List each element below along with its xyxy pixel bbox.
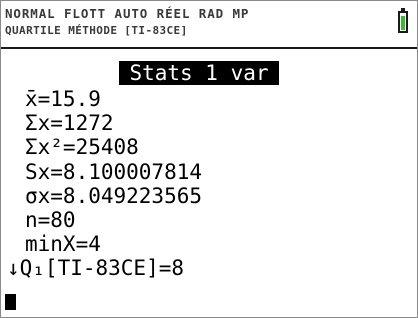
battery-level-fill <box>401 16 405 30</box>
mode-status-line: NORMAL FLOTT AUTO RÉEL RAD MP <box>5 6 250 21</box>
quartile-method-line: QUARTILE MÉTHODE [TI-83CE] <box>5 24 188 37</box>
result-sample-std-dev: Sx=8.100007814 <box>25 159 203 184</box>
status-bar: NORMAL FLOTT AUTO RÉEL RAD MP QUARTILE M… <box>1 1 417 49</box>
stats-title: Stats 1 var <box>119 61 279 85</box>
result-population-std-dev: σx=8.049223565 <box>25 183 203 208</box>
calculator-screen: NORMAL FLOTT AUTO RÉEL RAD MP QUARTILE M… <box>0 0 418 318</box>
result-mean: x̄=15.9 <box>25 87 101 111</box>
result-q1: ↓Q₁[TI-83CE]=8 <box>7 256 185 281</box>
battery-icon <box>398 8 408 33</box>
result-count: n=80 <box>25 207 76 232</box>
result-sum-x: Σx=1272 <box>25 111 114 136</box>
result-min-x: minX=4 <box>25 232 101 257</box>
results-list: x̄=15.9 Σx=1272 Σx²=25408 Sx=8.100007814… <box>7 87 202 281</box>
result-sum-x-squared: Σx²=25408 <box>25 135 139 160</box>
text-cursor[interactable] <box>5 294 16 310</box>
